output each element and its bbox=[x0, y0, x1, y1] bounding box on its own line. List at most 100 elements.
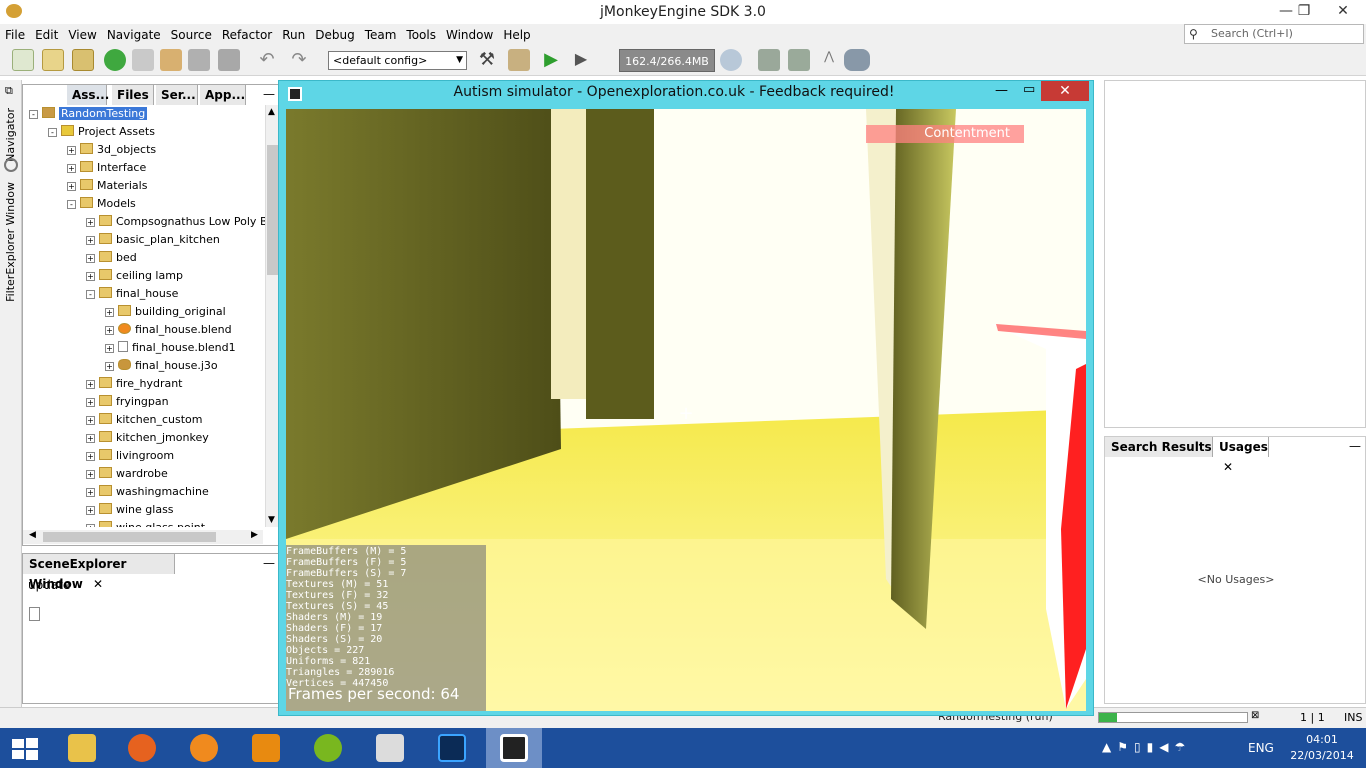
save-icon[interactable] bbox=[188, 49, 210, 71]
vehicle-icon[interactable] bbox=[844, 49, 870, 71]
undo-icon[interactable]: ↶ bbox=[256, 49, 278, 71]
redo-icon[interactable]: ↷ bbox=[288, 49, 310, 71]
expand-icon[interactable]: + bbox=[105, 362, 114, 371]
expand-icon[interactable]: + bbox=[86, 488, 95, 497]
tree-item[interactable]: + washingmachine bbox=[86, 483, 209, 501]
tree-item[interactable]: + wine glass point bbox=[86, 519, 205, 527]
run-icon[interactable]: ▶ bbox=[540, 49, 562, 71]
expand-icon[interactable]: + bbox=[67, 146, 76, 155]
tree-item[interactable]: + Interface bbox=[67, 159, 146, 177]
menu-refactor[interactable]: Refactor bbox=[217, 24, 277, 46]
expand-icon[interactable]: + bbox=[86, 254, 95, 263]
expand-icon[interactable]: + bbox=[67, 164, 76, 173]
tree-item[interactable]: +3d_objects bbox=[67, 141, 156, 159]
collapse-icon[interactable]: - bbox=[67, 200, 76, 209]
expand-icon[interactable]: + bbox=[105, 326, 114, 335]
h-scroll-thumb[interactable] bbox=[43, 532, 216, 542]
tree-item[interactable]: + final_house.j3o bbox=[105, 357, 218, 375]
tab-services[interactable]: Ser... bbox=[156, 85, 198, 105]
expand-icon[interactable]: + bbox=[86, 398, 95, 407]
menu-view[interactable]: View bbox=[63, 24, 101, 46]
filter-explorer-tab[interactable]: FilterExplorer Window bbox=[4, 182, 17, 302]
new-project-icon[interactable] bbox=[42, 49, 64, 71]
minimize-panel-button[interactable]: — bbox=[263, 87, 275, 101]
collapse-icon[interactable]: - bbox=[86, 290, 95, 299]
horizontal-scrollbar[interactable]: ◀ ▶ bbox=[23, 530, 263, 544]
menu-window[interactable]: Window bbox=[441, 24, 498, 46]
plugin-icon[interactable] bbox=[160, 49, 182, 71]
navigator-tab[interactable]: Navigator bbox=[4, 108, 17, 162]
taskbar-photoshop[interactable] bbox=[424, 728, 480, 768]
tree-item[interactable]: + livingroom bbox=[86, 447, 174, 465]
game-maximize-button[interactable]: ▭ bbox=[1023, 82, 1035, 97]
tab-files[interactable]: Files bbox=[112, 85, 154, 105]
tree-item[interactable]: + ceiling lamp bbox=[86, 267, 183, 285]
tab-applications[interactable]: App... bbox=[200, 85, 246, 105]
start-button[interactable] bbox=[12, 738, 38, 760]
debug-icon[interactable]: ▶ bbox=[570, 49, 592, 71]
menu-debug[interactable]: Debug bbox=[310, 24, 359, 46]
terrain-icon[interactable] bbox=[788, 49, 810, 71]
expand-icon[interactable]: + bbox=[86, 524, 95, 527]
scroll-thumb[interactable] bbox=[267, 145, 278, 275]
clock[interactable]: 04:01 22/03/2014 bbox=[1282, 732, 1362, 764]
config-select[interactable]: <default config> ▼ bbox=[328, 51, 467, 70]
cancel-task-icon[interactable]: ⊠ bbox=[1251, 710, 1259, 721]
tree-item[interactable]: + kitchen_custom bbox=[86, 411, 203, 429]
expand-icon[interactable]: + bbox=[86, 416, 95, 425]
language-indicator[interactable]: ENG bbox=[1248, 741, 1274, 755]
tree-item[interactable]: + final_house.blend1 bbox=[105, 339, 236, 357]
close-icon[interactable]: ✕ bbox=[1223, 460, 1233, 474]
menu-source[interactable]: Source bbox=[166, 24, 217, 46]
taskbar-3d-app[interactable] bbox=[238, 728, 294, 768]
tab-usages[interactable]: Usages ✕ bbox=[1215, 437, 1269, 474]
game-minimize-button[interactable]: — bbox=[995, 83, 1008, 98]
tree-item[interactable]: + bed bbox=[86, 249, 137, 267]
taskbar-jme[interactable] bbox=[486, 728, 542, 768]
menu-edit[interactable]: Edit bbox=[30, 24, 63, 46]
expand-icon[interactable]: + bbox=[86, 506, 95, 515]
memory-indicator[interactable]: 162.4/266.4MB bbox=[619, 49, 715, 72]
tab-search-results[interactable]: Search Results bbox=[1105, 437, 1213, 457]
menu-tools[interactable]: Tools bbox=[401, 24, 441, 46]
scroll-up-icon[interactable]: ▲ bbox=[268, 107, 275, 117]
tree-item[interactable]: + basic_plan_kitchen bbox=[86, 231, 220, 249]
menu-run[interactable]: Run bbox=[277, 24, 310, 46]
save-all-icon[interactable] bbox=[218, 49, 240, 71]
scene-explorer-tab[interactable]: SceneExplorer Window ✕ bbox=[23, 554, 175, 591]
vertical-scrollbar[interactable]: ▲ ▼ bbox=[265, 105, 279, 527]
tree-item[interactable]: + fire_hydrant bbox=[86, 375, 183, 393]
expand-icon[interactable]: + bbox=[105, 344, 114, 353]
close-icon[interactable]: ✕ bbox=[93, 577, 103, 591]
scroll-down-icon[interactable]: ▼ bbox=[268, 515, 275, 525]
tree-item[interactable]: + kitchen_jmonkey bbox=[86, 429, 209, 447]
taskbar-spotify[interactable] bbox=[300, 728, 356, 768]
minimize-panel-button[interactable]: — bbox=[263, 556, 275, 570]
tree-item[interactable]: + wardrobe bbox=[86, 465, 168, 483]
collapse-icon[interactable]: - bbox=[48, 128, 57, 137]
tree-item[interactable]: + fryingpan bbox=[86, 393, 169, 411]
tree-item[interactable]: + Compsognathus Low Poly Ble bbox=[86, 213, 265, 231]
collapse-icon[interactable]: - bbox=[29, 110, 38, 119]
minimize-panel-button[interactable]: — bbox=[1349, 439, 1361, 453]
game-close-button[interactable]: ✕ bbox=[1041, 81, 1089, 101]
expand-icon[interactable]: + bbox=[86, 470, 95, 479]
tree-item[interactable]: + wine glass bbox=[86, 501, 174, 519]
tab-assets[interactable]: Ass... bbox=[67, 85, 109, 105]
menu-help[interactable]: Help bbox=[498, 24, 535, 46]
tree-icon[interactable]: ⋀ bbox=[818, 49, 840, 71]
tree-item[interactable]: + building_original bbox=[105, 303, 226, 321]
new-file-icon[interactable] bbox=[12, 49, 34, 71]
scroll-left-icon[interactable]: ◀ bbox=[29, 530, 36, 540]
game-window[interactable]: Autism simulator - Openexploration.co.uk… bbox=[278, 80, 1094, 716]
tree-item[interactable]: - final_house bbox=[86, 285, 178, 303]
tray-icons[interactable]: ▲⚑▯▮◀☂ bbox=[1102, 740, 1191, 754]
maximize-button[interactable]: ❐ bbox=[1286, 0, 1322, 22]
search-input[interactable]: ⚲ Search (Ctrl+I) bbox=[1184, 24, 1364, 44]
menu-team[interactable]: Team bbox=[360, 24, 402, 46]
restore-icon[interactable]: ⧉ bbox=[5, 84, 13, 98]
game-viewport[interactable]: + Contentment FrameBuffers (M) = 5 Frame… bbox=[286, 109, 1086, 711]
scroll-right-icon[interactable]: ▶ bbox=[251, 530, 258, 540]
filter-icon[interactable] bbox=[132, 49, 154, 71]
taskbar-explorer[interactable] bbox=[54, 728, 110, 768]
